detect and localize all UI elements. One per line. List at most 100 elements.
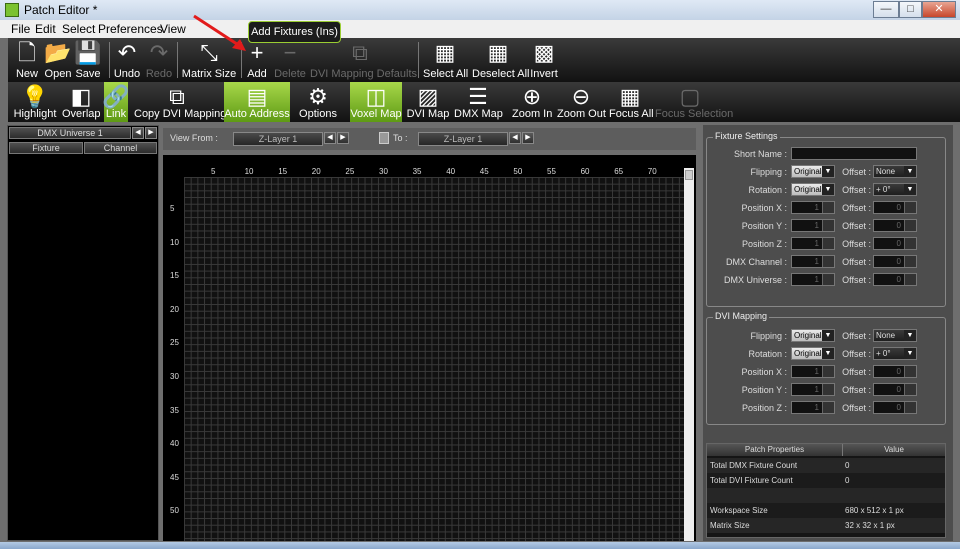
dvi-mapping-title: DVI Mapping <box>713 311 770 321</box>
x-tick-label: 10 <box>244 167 254 176</box>
select-all-button[interactable]: ▦ Select All <box>423 38 468 82</box>
save-button[interactable]: 💾 Save <box>74 38 101 82</box>
view-from-dropdown[interactable]: Z-Layer 1 <box>233 132 323 146</box>
delete-button[interactable]: − Delete <box>273 38 307 82</box>
pos-z-offset-input[interactable]: 0 <box>873 401 917 414</box>
dvi-rotation-select[interactable]: Original ▼ <box>791 347 835 360</box>
deselect-all-button[interactable]: ▦ Deselect All <box>472 38 529 82</box>
short-name-input[interactable] <box>791 147 917 160</box>
table-row[interactable]: Total DVI Fixture Count 0 <box>707 473 945 488</box>
dmx-channel-input[interactable]: 1 <box>791 255 835 268</box>
link-layers-icon[interactable] <box>379 132 389 144</box>
dmx-universe-offset-input[interactable]: 0 <box>873 273 917 286</box>
dmx-map-button[interactable]: ☰ DMX Map <box>454 82 503 122</box>
redo-button[interactable]: ↷ Redo <box>145 38 173 82</box>
dmx-universe-input[interactable]: 1 <box>791 273 835 286</box>
table-row[interactable]: Workspace Size 680 x 512 x 1 px <box>707 503 945 518</box>
pos-z-input[interactable]: 1 <box>791 401 835 414</box>
spinner-arrows-icon <box>822 202 834 213</box>
offset-label: Offset : <box>842 167 871 177</box>
pos-y-input[interactable]: 1 <box>791 219 835 232</box>
dvi-map-icon: ▨ <box>417 84 439 109</box>
maximize-button[interactable]: □ <box>899 1 922 18</box>
invert-button[interactable]: ▩ Invert <box>528 38 560 82</box>
menu-select[interactable]: Select <box>62 22 95 36</box>
flipping-offset-select[interactable]: None ▼ <box>873 165 917 178</box>
zoom-in-button[interactable]: ⊕ Zoom In <box>512 82 552 122</box>
menu-edit[interactable]: Edit <box>35 22 56 36</box>
to-prev-button[interactable]: ◀ <box>509 132 521 144</box>
menu-file[interactable]: File <box>11 22 30 36</box>
pos-z-input[interactable]: 1 <box>791 237 835 250</box>
rotation-offset-select[interactable]: + 0° ▼ <box>873 183 917 196</box>
pos-z-label: Position Z : <box>741 239 787 249</box>
link-icon: 🔗 <box>102 84 130 109</box>
tooltip: Add Fixtures (Ins) <box>248 21 341 43</box>
dvi-flipping-select[interactable]: Original ▼ <box>791 329 835 342</box>
open-button[interactable]: 📂 Open <box>43 38 73 82</box>
options-button[interactable]: ⚙ Options <box>296 82 340 122</box>
auto-address-button[interactable]: ▤ Auto Address <box>224 82 290 122</box>
to-next-button[interactable]: ▶ <box>522 132 534 144</box>
voxel-map-button[interactable]: ◫ Voxel Map <box>350 82 402 122</box>
pos-x-input[interactable]: 1 <box>791 201 835 214</box>
table-row[interactable] <box>707 488 945 503</box>
y-tick-label: 20 <box>170 304 179 314</box>
view-from-next-button[interactable]: ▶ <box>337 132 349 144</box>
dvi-map-button[interactable]: ▨ DVI Map <box>406 82 450 122</box>
menu-view[interactable]: View <box>160 22 186 36</box>
zoom-out-button[interactable]: ⊖ Zoom Out <box>557 82 606 122</box>
dmx-channel-offset-input[interactable]: 0 <box>873 255 917 268</box>
pos-x-offset-input[interactable]: 0 <box>873 365 917 378</box>
dvi-mapping-defaults-button[interactable]: ⧉ DVI Mapping Defaults <box>310 38 417 82</box>
flipping-select[interactable]: Original ▼ <box>791 165 835 178</box>
table-row[interactable]: Total DMX Fixture Count 0 <box>707 458 945 473</box>
focus-all-button[interactable]: ▦ Focus All <box>609 82 654 122</box>
offset-label: Offset : <box>842 185 871 195</box>
y-tick-label: 30 <box>170 372 179 381</box>
dvi-mapping-group: DVI Mapping Flipping : Original ▼ Offset … <box>706 311 946 425</box>
prev-universe-button[interactable]: ◀ <box>132 127 144 139</box>
view-from-label: View From : <box>170 133 218 143</box>
table-row[interactable]: Matrix Size 32 x 32 x 1 px <box>707 518 945 533</box>
next-universe-button[interactable]: ▶ <box>145 127 157 139</box>
patch-canvas[interactable]: 5 10 15 20 25 30 35 40 45 50 55 60 65 70 5 10 15 20 25 30 3… <box>163 155 696 541</box>
new-button[interactable]: 🗋 New <box>14 38 40 82</box>
pos-z-offset-input[interactable]: 0 <box>873 237 917 250</box>
voxel-grid[interactable] <box>184 177 684 541</box>
close-button[interactable]: ✕ <box>922 1 956 18</box>
universe-selector[interactable]: DMX Universe 1 <box>9 127 131 139</box>
pos-y-offset-input[interactable]: 0 <box>873 219 917 232</box>
scroll-thumb[interactable] <box>685 170 693 180</box>
highlight-button[interactable]: 💡 Highlight <box>12 82 58 122</box>
new-document-icon: 🗋 <box>18 40 36 65</box>
menu-preferences[interactable]: Preferences <box>98 22 163 36</box>
focus-all-icon: ▦ <box>619 84 641 109</box>
pos-x-input[interactable]: 1 <box>791 365 835 378</box>
deselect-all-icon: ▦ <box>487 40 509 65</box>
link-button[interactable]: 🔗 Link <box>102 82 130 122</box>
view-from-prev-button[interactable]: ◀ <box>324 132 336 144</box>
offset-label: Offset : <box>842 331 871 341</box>
overlap-icon: ◧ <box>70 84 92 109</box>
pos-y-input[interactable]: 1 <box>791 383 835 396</box>
overlap-button[interactable]: ◧ Overlap <box>62 82 101 122</box>
rotation-select[interactable]: Original ▼ <box>791 183 835 196</box>
pos-y-offset-input[interactable]: 0 <box>873 383 917 396</box>
copy-dvi-mapping-button[interactable]: ⧉ Copy DVI Mapping <box>134 82 226 122</box>
to-dropdown[interactable]: Z-Layer 1 <box>418 132 508 146</box>
spinner-arrows-icon <box>822 220 834 231</box>
undo-button[interactable]: ↶ Undo <box>113 38 141 82</box>
dvi-rotation-label: Rotation : <box>748 349 787 359</box>
dvi-rotation-offset-select[interactable]: + 0° ▼ <box>873 347 917 360</box>
column-channel[interactable]: Channel <box>84 142 157 154</box>
minimize-button[interactable]: — <box>873 1 899 18</box>
vertical-scrollbar[interactable] <box>684 168 694 541</box>
offset-label: Offset : <box>842 403 871 413</box>
copy-dvi-icon: ⧉ <box>169 84 185 109</box>
auto-address-icon: ▤ <box>246 84 268 109</box>
focus-selection-button[interactable]: ▢ Focus Selection <box>655 82 733 122</box>
dvi-flipping-offset-select[interactable]: None ▼ <box>873 329 917 342</box>
column-fixture[interactable]: Fixture <box>9 142 83 154</box>
pos-x-offset-input[interactable]: 0 <box>873 201 917 214</box>
